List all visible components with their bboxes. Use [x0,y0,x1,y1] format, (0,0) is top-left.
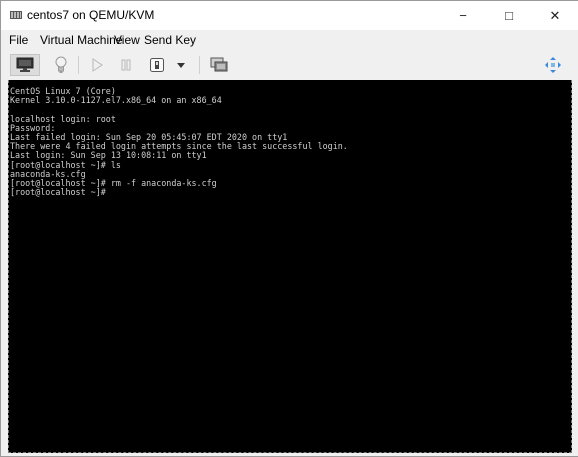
virt-viewer-icon [10,11,22,19]
shutdown-menu-button[interactable] [172,54,190,76]
console-prompt: [root@localhost ~]# [10,187,106,198]
details-button[interactable] [50,54,72,76]
minimize-button[interactable]: − [440,1,486,30]
power-icon [150,58,164,72]
close-button[interactable]: ✕ [532,1,578,30]
maximize-button[interactable]: □ [486,1,532,30]
run-button[interactable] [86,54,108,76]
close-icon: ✕ [549,7,561,23]
play-icon [92,58,103,72]
console-output: CentOS Linux 7 (Core) Kernel 3.10.0-1127… [10,86,348,198]
maximize-icon: □ [505,8,513,23]
snapshot-icon [210,57,228,72]
minimize-icon: − [459,8,467,23]
resize-to-vm-button[interactable] [542,54,564,76]
title-bar[interactable]: centos7 on QEMU/KVM − □ ✕ [1,1,578,30]
toolbar-separator [78,56,79,74]
menu-send-key[interactable]: Send Key [144,33,196,47]
menu-bar: File Virtual Machine View Send Key [1,30,578,50]
window-title: centos7 on QEMU/KVM [27,8,155,22]
vm-viewer-window: centos7 on QEMU/KVM − □ ✕ File Virtual M… [0,0,578,457]
shutdown-button[interactable] [146,54,168,76]
toolbar [1,50,578,80]
dropdown-arrow-icon [177,63,185,68]
toolbar-separator [199,56,200,74]
vm-console-display[interactable]: CentOS Linux 7 (Core) Kernel 3.10.0-1127… [8,80,572,453]
menu-file[interactable]: File [9,33,28,47]
lightbulb-icon [55,56,67,73]
menu-view[interactable]: View [114,33,140,47]
monitor-icon [16,57,34,72]
pause-icon [121,59,131,71]
snapshots-button[interactable] [207,54,231,76]
menu-virtual-machine[interactable]: Virtual Machine [40,33,123,47]
console-line: Kernel 3.10.0-1127.el7.x86_64 on an x86_… [10,95,222,106]
pause-button[interactable] [115,54,137,76]
resize-icon [545,57,561,73]
console-button[interactable] [10,54,40,76]
